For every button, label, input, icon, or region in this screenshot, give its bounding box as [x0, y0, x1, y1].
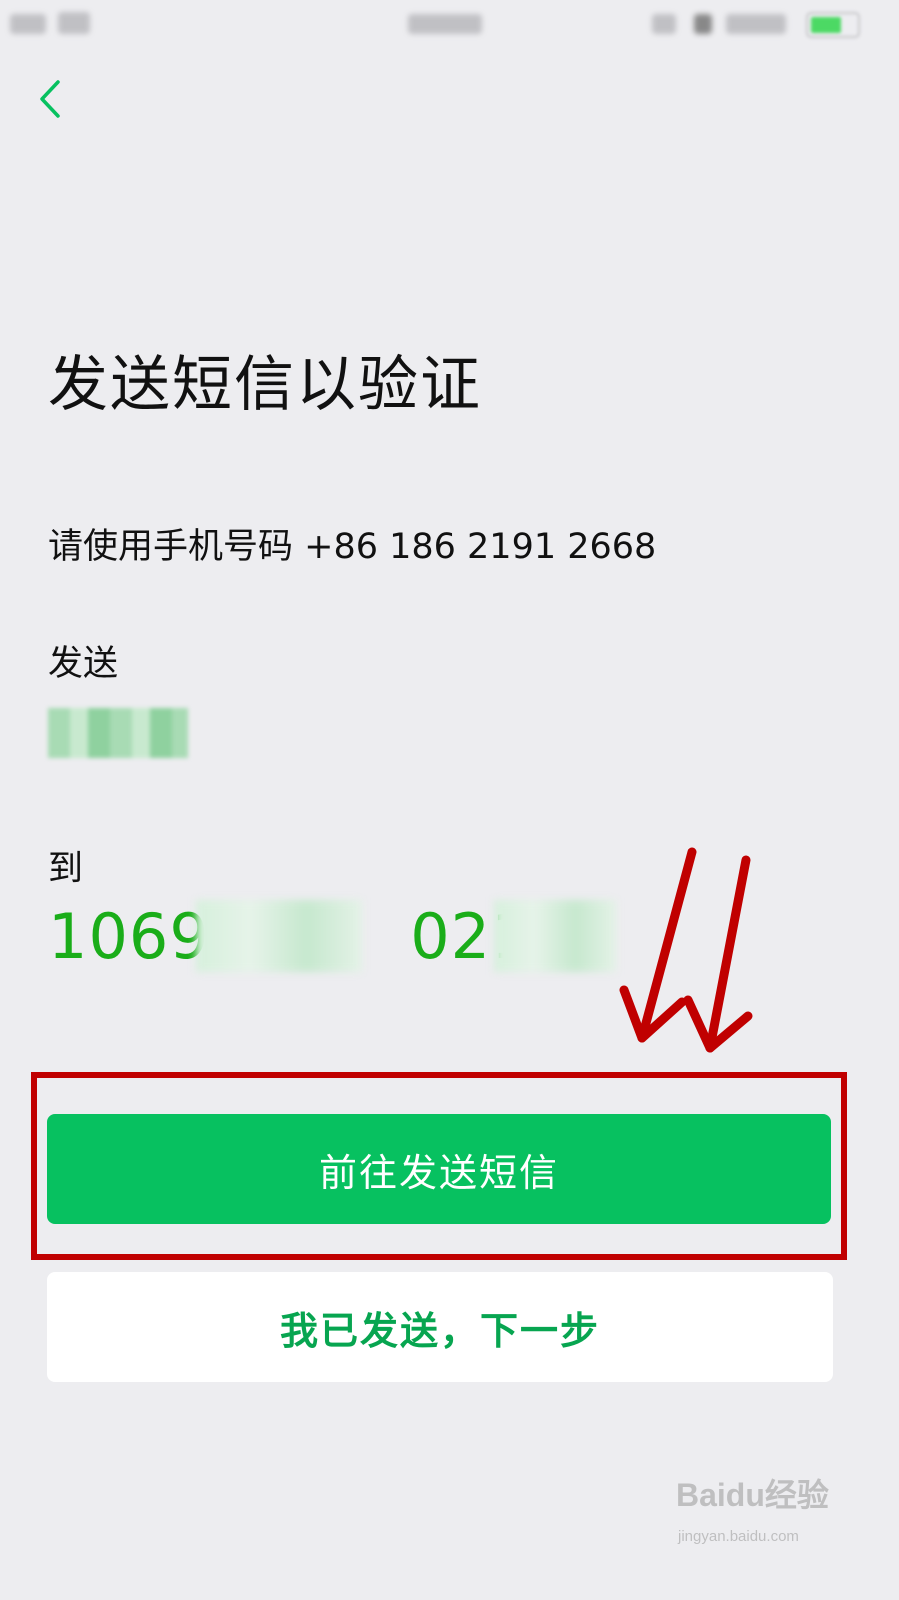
battery-percent [726, 14, 786, 34]
watermark-url: jingyan.baidu.com [678, 1528, 799, 1545]
baidu-jingyan-watermark: Baidu经验 jingyan.baidu.com [676, 1470, 856, 1580]
sms-number-mask-2 [494, 900, 616, 972]
sent-next-step-button[interactable]: 我已发送，下一步 [47, 1272, 833, 1382]
send-label: 发送 [48, 644, 119, 684]
lock-icon [694, 14, 712, 34]
chevron-left-icon [40, 80, 60, 118]
instruction-text: 请使用手机号码 +86 186 2191 2668 [48, 527, 657, 567]
verification-code-masked [48, 708, 188, 758]
sms-number-mask-1 [196, 900, 362, 972]
page-title: 发送短信以验证 [48, 350, 482, 420]
go-send-sms-button[interactable]: 前往发送短信 [47, 1114, 831, 1224]
to-label: 到 [48, 849, 84, 889]
back-button[interactable] [34, 74, 74, 128]
battery-icon [806, 12, 860, 38]
status-time [408, 14, 482, 34]
red-arrows-annotation [619, 847, 753, 1053]
alarm-icon [652, 14, 676, 34]
watermark-logo: Baidu经验 [676, 1477, 829, 1513]
signal-icon [10, 14, 46, 34]
wifi-icon [58, 12, 90, 34]
status-bar [0, 0, 899, 46]
